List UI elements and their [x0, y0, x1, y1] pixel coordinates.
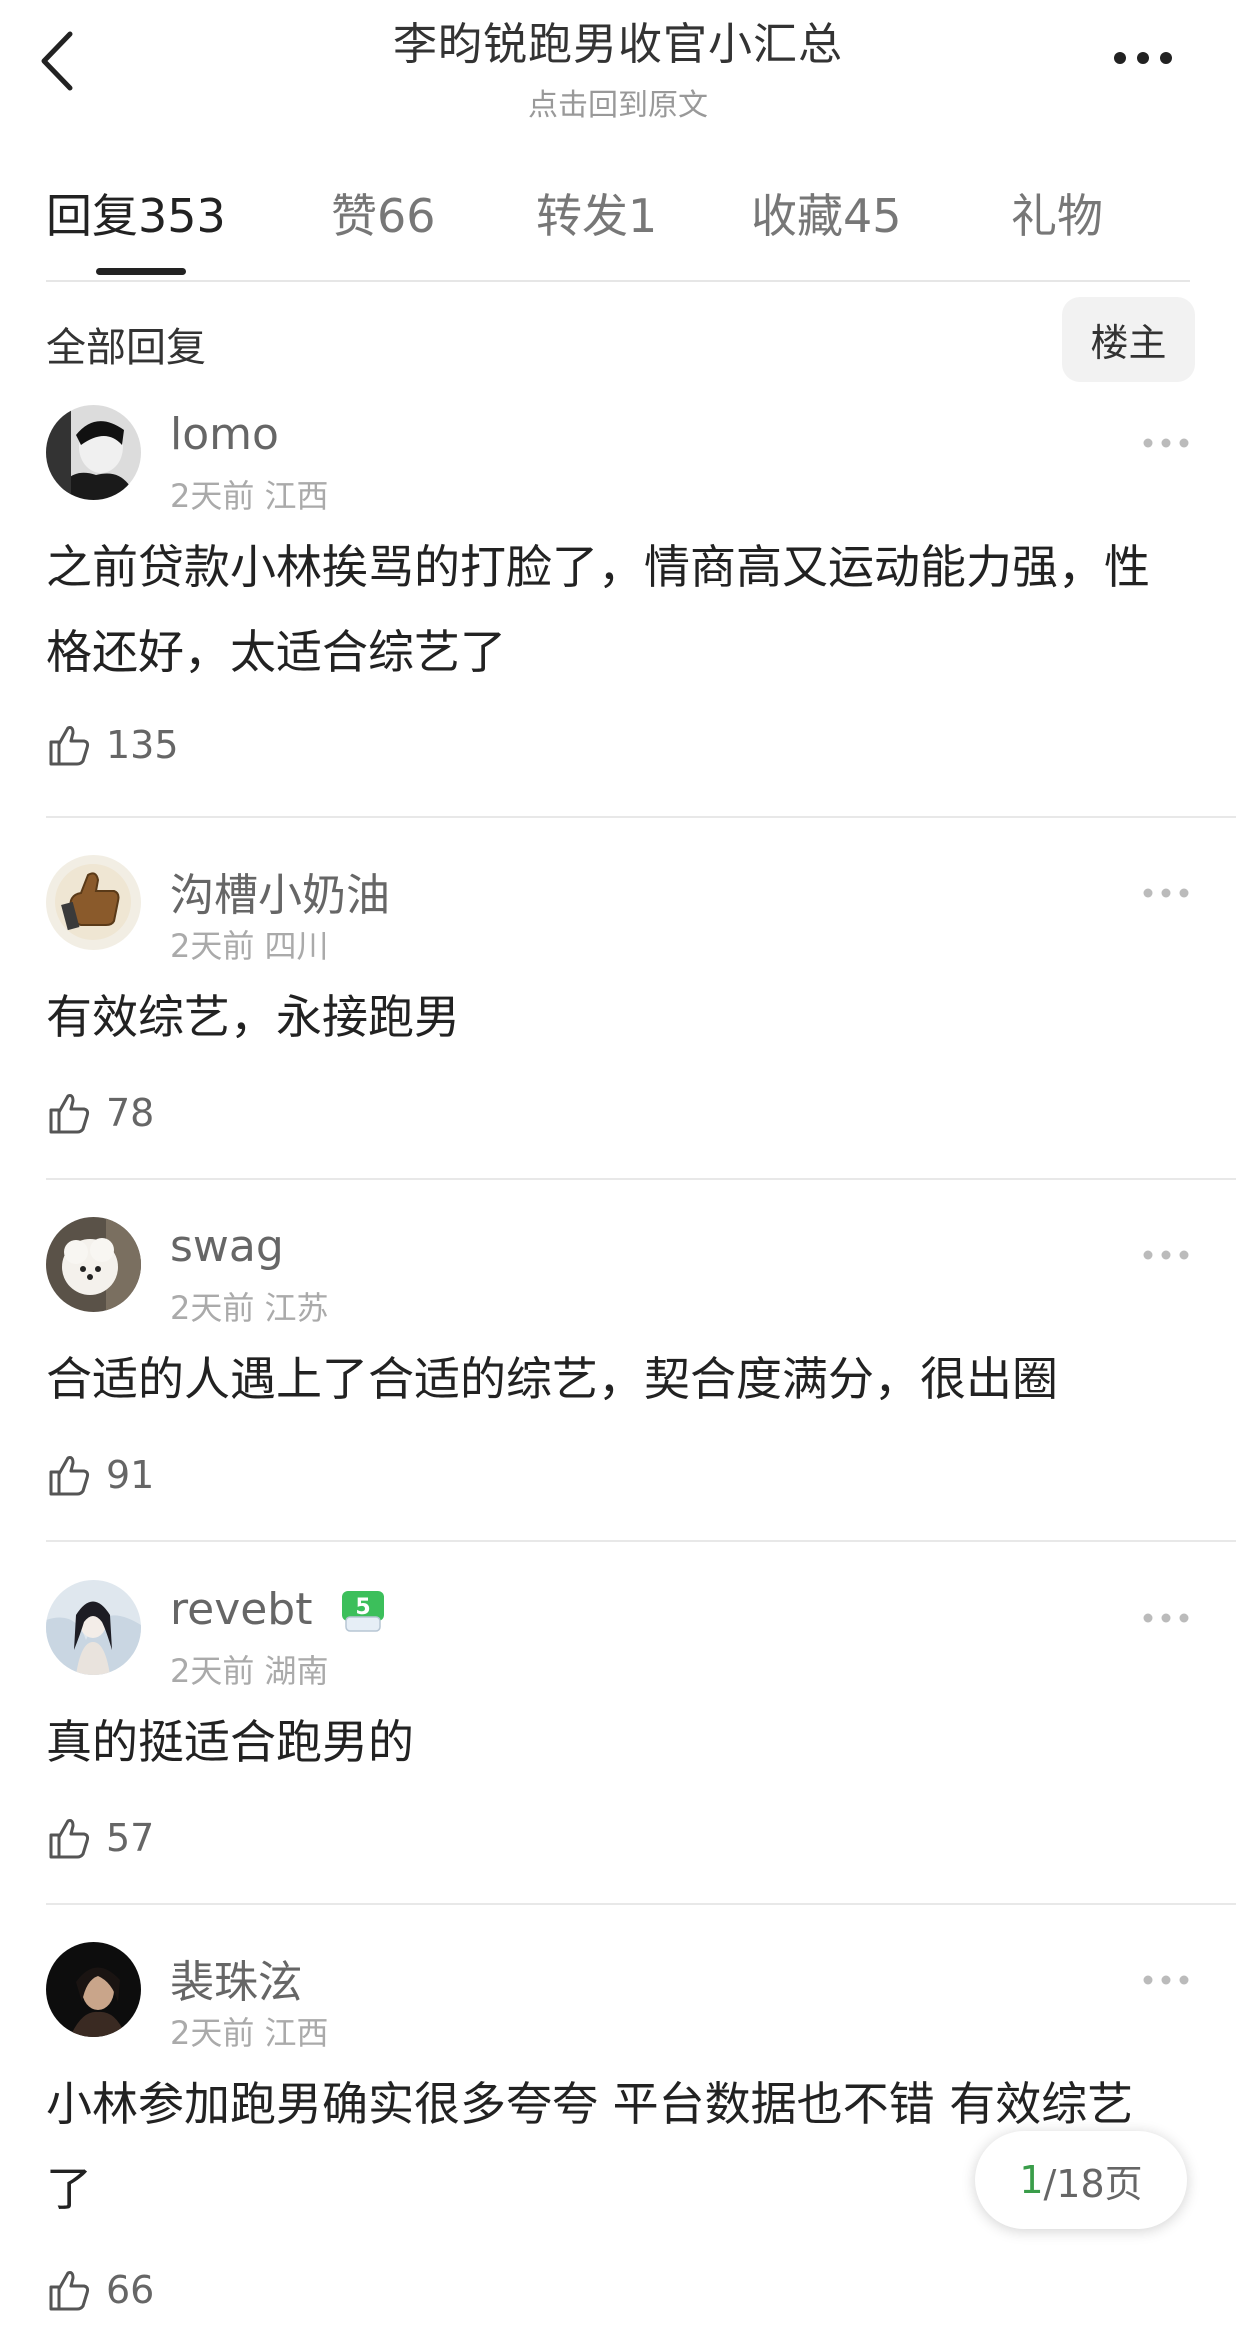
comment-item: 沟槽小奶油 2天前 四川 有效综艺，永接跑男 78: [0, 855, 1236, 1185]
tab-favorites[interactable]: 收藏45: [751, 180, 902, 246]
like-count: 91: [106, 1453, 155, 1497]
comment-meta: 2天前 四川: [170, 927, 329, 965]
like-button[interactable]: 135: [46, 715, 179, 775]
comment-meta: 2天前 湖南: [170, 1652, 329, 1690]
page-title: 李昀锐跑男收官小汇总: [393, 19, 843, 70]
username[interactable]: revebt 5: [170, 1584, 386, 1635]
active-tab-indicator: [96, 268, 186, 275]
thumbs-up-icon: [49, 726, 90, 766]
divider: [46, 816, 1236, 818]
total-pages: /18页: [1043, 2161, 1143, 2206]
username[interactable]: 沟槽小奶油: [170, 859, 390, 923]
svg-text:5: 5: [356, 1595, 371, 1620]
back-to-original-link[interactable]: 点击回到原文: [0, 80, 1236, 124]
title-block[interactable]: 李昀锐跑男收官小汇总 点击回到原文: [0, 0, 1236, 124]
user-avatar[interactable]: [46, 405, 141, 500]
like-count: 57: [106, 1816, 155, 1860]
like-button[interactable]: 91: [46, 1445, 154, 1505]
comment-text: 真的挺适合跑男的: [46, 1715, 414, 1769]
like-button[interactable]: 78: [46, 1083, 154, 1143]
comment-text: 合适的人遇上了合适的综艺，契合度满分，很出圈: [46, 1352, 1058, 1406]
divider: [46, 1540, 1236, 1542]
like-button[interactable]: 66: [46, 2260, 154, 2320]
thumbs-up-icon: [49, 1456, 90, 1496]
comment-more-icon[interactable]: [1138, 433, 1194, 453]
divider: [46, 1178, 1236, 1180]
more-options-icon[interactable]: [1100, 38, 1190, 78]
tab-gifts[interactable]: 礼物: [1011, 180, 1103, 246]
comment-text: 有效综艺，永接跑男: [46, 990, 460, 1044]
comment-item: swag 2天前 江苏 合适的人遇上了合适的综艺，契合度满分，很出圈 91: [0, 1217, 1236, 1547]
page-indicator-button[interactable]: 1/18页: [975, 2131, 1187, 2229]
tab-bar: 回复353 赞66 转发1 收藏45 礼物: [46, 180, 1190, 282]
tab-replies[interactable]: 回复353: [46, 180, 226, 246]
username[interactable]: swag: [170, 1221, 284, 1272]
comment-meta: 2天前 江西: [170, 2014, 329, 2052]
username[interactable]: 裴珠泫: [170, 1946, 302, 2010]
comment-more-icon[interactable]: [1138, 1608, 1194, 1628]
like-count: 135: [106, 723, 179, 767]
current-page: 1: [1019, 2158, 1044, 2202]
user-avatar[interactable]: [46, 1942, 141, 2037]
comment-item: revebt 5 2天前 湖南 真的挺适合跑男的 57: [0, 1580, 1236, 1910]
comment-more-icon[interactable]: [1138, 883, 1194, 903]
thumbs-up-icon: [49, 2271, 90, 2311]
comment-text: 之前贷款小林挨骂的打脸了，情商高又运动能力强，性格还好，太适合综艺了: [46, 540, 1150, 679]
like-count: 78: [106, 1091, 155, 1135]
user-avatar[interactable]: [46, 1217, 141, 1312]
user-avatar[interactable]: [46, 855, 141, 950]
comment-more-icon[interactable]: [1138, 1245, 1194, 1265]
user-avatar[interactable]: [46, 1580, 141, 1675]
tab-likes[interactable]: 赞66: [331, 180, 436, 246]
comment-meta: 2天前 江苏: [170, 1289, 329, 1327]
thumbs-up-icon: [49, 1094, 90, 1134]
like-button[interactable]: 57: [46, 1808, 154, 1868]
level-badge-icon: 5: [342, 1591, 385, 1632]
divider: [46, 1903, 1236, 1905]
all-replies-label: 全部回复: [46, 325, 206, 371]
comment-item: lomo 2天前 江西 之前贷款小林挨骂的打脸了，情商高又运动能力强，性格还好，…: [0, 405, 1236, 805]
username[interactable]: lomo: [170, 409, 279, 460]
top-bar: 李昀锐跑男收官小汇总 点击回到原文: [0, 0, 1236, 125]
comment-meta: 2天前 江西: [170, 477, 329, 515]
tab-reposts[interactable]: 转发1: [536, 180, 657, 246]
thumbs-up-icon: [49, 1819, 90, 1859]
comment-more-icon[interactable]: [1138, 1970, 1194, 1990]
like-count: 66: [106, 2268, 155, 2312]
op-only-button[interactable]: 楼主: [1062, 297, 1195, 382]
